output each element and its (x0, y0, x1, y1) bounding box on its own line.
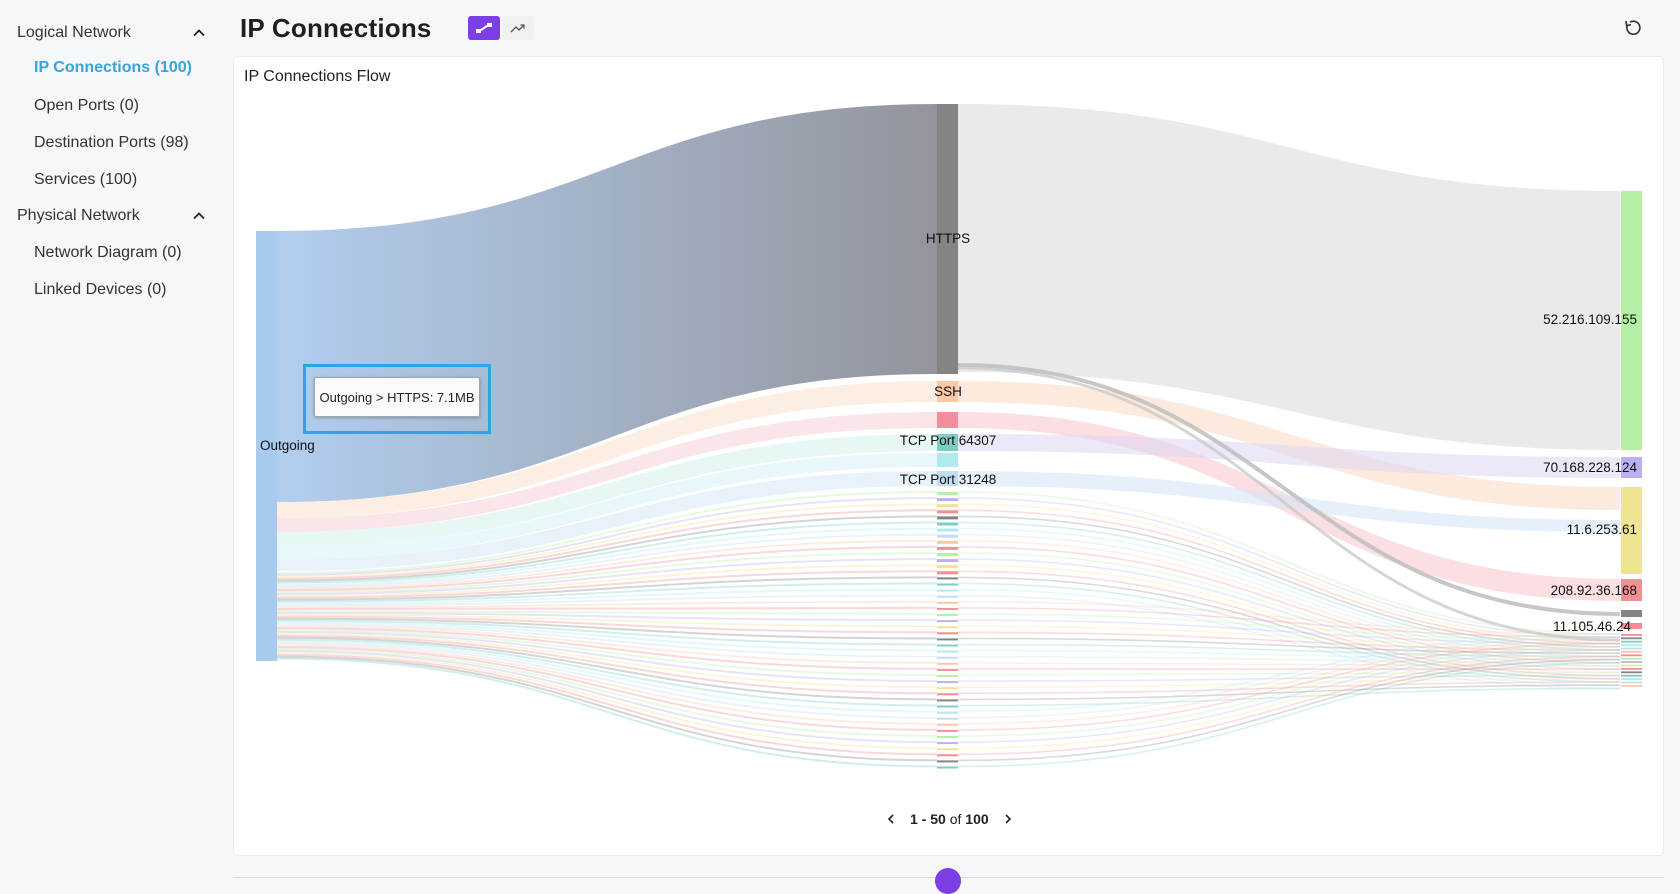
node-service[interactable] (937, 492, 958, 495)
node-service[interactable] (937, 742, 958, 744)
label-outgoing: Outgoing (260, 438, 315, 453)
node-service[interactable] (937, 657, 958, 659)
page-of: of (950, 811, 962, 827)
node-destination[interactable] (1621, 668, 1642, 670)
node-service[interactable] (937, 498, 958, 501)
previous-page-button[interactable] (882, 810, 900, 828)
node-service[interactable] (937, 529, 958, 532)
page-start: 1 (910, 811, 918, 827)
node-service[interactable] (937, 608, 958, 610)
node-destination[interactable] (1621, 651, 1642, 653)
node-destination[interactable] (1621, 648, 1642, 650)
chevron-left-icon (885, 813, 897, 825)
node-service[interactable] (937, 693, 958, 695)
node-destination[interactable] (1621, 678, 1642, 680)
pagination: 1 - 50 of 100 (882, 809, 1017, 829)
node-service[interactable] (937, 516, 958, 519)
node-destination[interactable] (1621, 644, 1642, 646)
flow-outgoing-to-service[interactable] (277, 608, 937, 609)
node-service[interactable] (937, 541, 958, 544)
node-service[interactable] (937, 730, 958, 732)
node-destination[interactable] (1621, 665, 1642, 667)
node-service[interactable] (937, 669, 958, 671)
node-service[interactable] (937, 565, 958, 568)
node-service[interactable] (937, 767, 958, 769)
node-service[interactable] (937, 620, 958, 622)
label-tcp-port-31248: TCP Port 31248 (900, 472, 997, 487)
node-service[interactable] (937, 651, 958, 653)
node-service[interactable] (937, 748, 958, 750)
node-destination[interactable] (1621, 682, 1642, 684)
node-service[interactable] (937, 510, 958, 513)
node-service[interactable] (937, 504, 958, 507)
node-service[interactable] (937, 559, 958, 562)
pagination-range: 1 - 50 of 100 (910, 811, 989, 827)
node-cyan-service[interactable] (937, 453, 958, 467)
label-52-216-109-155: 52.216.109.155 (1543, 312, 1637, 327)
node-destination[interactable] (1621, 675, 1642, 677)
node-service[interactable] (937, 754, 958, 756)
label-ssh: SSH (934, 384, 962, 399)
label-208-92-36-168: 208.92.36.168 (1551, 583, 1637, 598)
label-11-105-46-24: 11.105.46.24 (1553, 619, 1631, 634)
node-destination[interactable] (1621, 685, 1642, 687)
node-service[interactable] (937, 712, 958, 714)
node-service[interactable] (937, 577, 958, 579)
node-service[interactable] (937, 632, 958, 634)
node-service[interactable] (937, 523, 958, 526)
node-service[interactable] (937, 626, 958, 628)
node-destination[interactable] (1621, 654, 1642, 656)
next-page-button[interactable] (999, 810, 1017, 828)
page-total: 100 (965, 811, 988, 827)
node-service[interactable] (937, 706, 958, 708)
node-service[interactable] (937, 584, 958, 586)
node-destination[interactable] (1621, 661, 1642, 663)
node-destination[interactable] (1621, 634, 1642, 636)
sankey-chart: Outgoing HTTPS SSH TCP Port 64307 TCP Po… (0, 0, 1680, 880)
label-70-168-228-124: 70.168.228.124 (1543, 460, 1637, 475)
node-service[interactable] (937, 760, 958, 762)
chevron-right-icon (1002, 813, 1014, 825)
node-service[interactable] (937, 590, 958, 592)
node-service[interactable] (937, 724, 958, 726)
node-service[interactable] (937, 718, 958, 720)
label-https: HTTPS (926, 231, 970, 246)
node-service[interactable] (937, 602, 958, 604)
node-dest-gray[interactable] (1621, 610, 1642, 617)
node-service[interactable] (937, 663, 958, 665)
node-service[interactable] (937, 553, 958, 556)
node-service[interactable] (937, 681, 958, 683)
node-destination[interactable] (1621, 637, 1642, 639)
expand-handle[interactable] (935, 868, 961, 894)
node-service[interactable] (937, 571, 958, 574)
node-service[interactable] (937, 645, 958, 647)
node-service[interactable] (937, 547, 958, 550)
node-service[interactable] (937, 675, 958, 677)
flow-tooltip: Outgoing > HTTPS: 7.1MB (314, 377, 480, 417)
node-service[interactable] (937, 535, 958, 538)
node-destination[interactable] (1621, 641, 1642, 643)
label-11-6-253-61: 11.6.253.61 (1567, 522, 1637, 537)
node-service[interactable] (937, 596, 958, 598)
node-destination[interactable] (1621, 671, 1642, 673)
node-service[interactable] (937, 638, 958, 640)
node-service[interactable] (937, 736, 958, 738)
node-destination[interactable] (1621, 658, 1642, 660)
small-dest-nodes (1621, 634, 1642, 687)
page-end: 50 (930, 811, 946, 827)
node-service[interactable] (937, 687, 958, 689)
node-service[interactable] (937, 699, 958, 701)
label-tcp-port-64307: TCP Port 64307 (900, 433, 997, 448)
small-service-nodes (937, 492, 958, 769)
node-service[interactable] (937, 614, 958, 616)
node-red-service[interactable] (937, 412, 958, 428)
